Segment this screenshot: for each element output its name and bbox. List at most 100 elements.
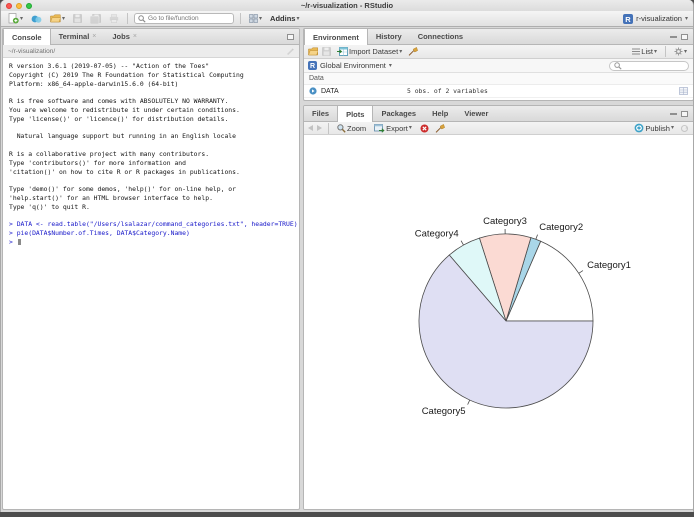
refresh-environment-button[interactable]: ▾: [672, 46, 689, 57]
data-section-header: Data: [304, 73, 693, 85]
traffic-lights: [6, 2, 32, 9]
clear-objects-broom-icon[interactable]: [408, 47, 419, 56]
gear-icon: [674, 47, 683, 56]
tab-label: Plots: [346, 109, 365, 119]
rstudio-window: ~/r-visualization - RStudio ▾ ▾ Go to fi…: [0, 0, 694, 512]
clear-all-plots-broom-icon[interactable]: [435, 123, 445, 133]
console-output-line: Platform: x86_64-apple-darwin15.6.0 (64-…: [9, 79, 179, 88]
working-directory-path: ~/r-visualization/: [8, 47, 56, 55]
tab-connections[interactable]: Connections: [410, 29, 471, 44]
save-all-button[interactable]: [88, 13, 103, 25]
tab-terminal[interactable]: Terminal ×: [51, 29, 105, 44]
tab-label: Connections: [417, 32, 464, 41]
next-plot-icon[interactable]: [317, 125, 322, 131]
print-button[interactable]: [107, 13, 121, 24]
tab-label: Packages: [381, 109, 417, 118]
svg-text:R: R: [310, 63, 315, 70]
tab-history[interactable]: History: [368, 29, 410, 44]
svg-text:R: R: [625, 14, 631, 23]
pane-layout-button[interactable]: ▾: [247, 13, 264, 24]
tab-plots[interactable]: Plots: [337, 106, 374, 122]
tab-jobs[interactable]: Jobs ×: [104, 29, 145, 44]
toolbar-separator: [328, 122, 329, 134]
plots-pane: Files Plots Packages Help Viewer Zoom Export…: [303, 105, 693, 510]
minimize-pane-icon[interactable]: [670, 112, 677, 115]
export-plot-label: Export: [386, 123, 408, 133]
refresh-plot-icon[interactable]: [680, 124, 689, 133]
source-editor-icon[interactable]: [286, 47, 294, 55]
search-icon: [614, 61, 622, 70]
addins-button[interactable]: Addins ▾: [268, 13, 301, 24]
chevron-down-icon: ▾: [296, 15, 300, 22]
tab-label: Terminal: [58, 32, 90, 41]
view-data-grid-icon[interactable]: [679, 87, 688, 95]
minimize-pane-icon[interactable]: [670, 35, 677, 38]
chevron-down-icon: ▾: [388, 62, 392, 69]
open-folder-icon: [50, 14, 61, 23]
close-tab-icon[interactable]: ×: [133, 33, 137, 40]
console-output-line: Natural language support but running in …: [9, 132, 237, 141]
tab-environment[interactable]: Environment: [304, 29, 368, 45]
tab-label: Environment: [313, 32, 359, 42]
object-summary: 5 obs. of 2 variables: [407, 87, 488, 95]
console-pane: Console Terminal × Jobs × ~/r-visualization/…: [2, 28, 300, 510]
remove-plot-button[interactable]: [418, 123, 431, 134]
save-all-icon: [90, 13, 102, 24]
close-window-icon[interactable]: [6, 2, 12, 9]
console-output-line: You are welcome to redistribute it under…: [9, 105, 240, 114]
list-view-label: List: [641, 47, 653, 56]
goto-file-input[interactable]: [148, 15, 231, 22]
tab-label: Help: [432, 109, 449, 118]
console-pane-tools: [287, 29, 299, 44]
new-file-button[interactable]: ▾: [6, 12, 25, 25]
open-workspace-icon[interactable]: [308, 47, 318, 56]
project-selector[interactable]: R r-visualization ▾: [623, 13, 688, 24]
maximize-pane-icon[interactable]: [287, 33, 294, 40]
chevron-down-icon: ▾: [408, 125, 412, 131]
save-workspace-icon[interactable]: [322, 47, 331, 56]
environment-toolbar: Import Dataset ▾ List ▾ ▾: [304, 45, 693, 59]
new-project-button[interactable]: [29, 13, 44, 25]
console-output[interactable]: R version 3.6.1 (2019-07-05) -- "Action …: [3, 58, 299, 509]
previous-plot-icon[interactable]: [308, 125, 313, 131]
environment-pane: Environment History Connections Import Dat…: [303, 28, 693, 101]
environment-pane-tools: [670, 29, 693, 44]
open-file-button[interactable]: ▾: [48, 13, 67, 24]
toolbar-separator: [127, 13, 129, 24]
zoom-plot-button[interactable]: Zoom: [335, 123, 368, 134]
environment-search-input[interactable]: [624, 62, 684, 69]
maximize-pane-icon[interactable]: [681, 33, 688, 40]
console-output-line: R is a collaborative project with many c…: [9, 149, 210, 158]
environment-object-row[interactable]: DATA 5 obs. of 2 variables: [304, 85, 693, 98]
tab-files[interactable]: Files: [304, 106, 337, 121]
maximize-pane-icon[interactable]: [681, 110, 688, 117]
console-output-line: 'help.start()' for an HTML browser inter…: [9, 193, 213, 202]
tab-packages[interactable]: Packages: [373, 106, 424, 121]
environment-object-list: DATA 5 obs. of 2 variables: [304, 85, 693, 98]
r-environment-icon[interactable]: R: [308, 61, 317, 70]
import-dataset-button[interactable]: Import Dataset ▾: [335, 46, 404, 57]
list-view-button[interactable]: List ▾: [630, 46, 659, 57]
publish-plot-button[interactable]: Publish ▾: [632, 122, 676, 134]
pie-label-tick: [535, 234, 538, 240]
minimize-window-icon[interactable]: [16, 2, 22, 9]
console-output-line: Type 'q()' to quit R.: [9, 202, 90, 211]
pie-label-tick: [467, 399, 471, 405]
tab-viewer[interactable]: Viewer: [456, 106, 496, 121]
zoom-window-icon[interactable]: [26, 2, 32, 9]
environment-search-box[interactable]: [609, 60, 689, 71]
save-button[interactable]: [71, 13, 84, 24]
environment-scope-label[interactable]: Global Environment: [320, 61, 386, 70]
publish-icon: [634, 123, 644, 133]
plot-viewport[interactable]: Category1 Category2 Category3 Category4 Cate…: [304, 135, 693, 509]
tab-help[interactable]: Help: [424, 106, 456, 121]
import-dataset-label: Import Dataset: [349, 47, 399, 56]
export-plot-button[interactable]: Export ▾: [372, 123, 414, 134]
goto-file-search[interactable]: [134, 13, 235, 24]
close-tab-icon[interactable]: ×: [92, 33, 96, 40]
plots-tab-bar: Files Plots Packages Help Viewer: [304, 106, 693, 122]
tab-console[interactable]: Console: [3, 29, 51, 45]
